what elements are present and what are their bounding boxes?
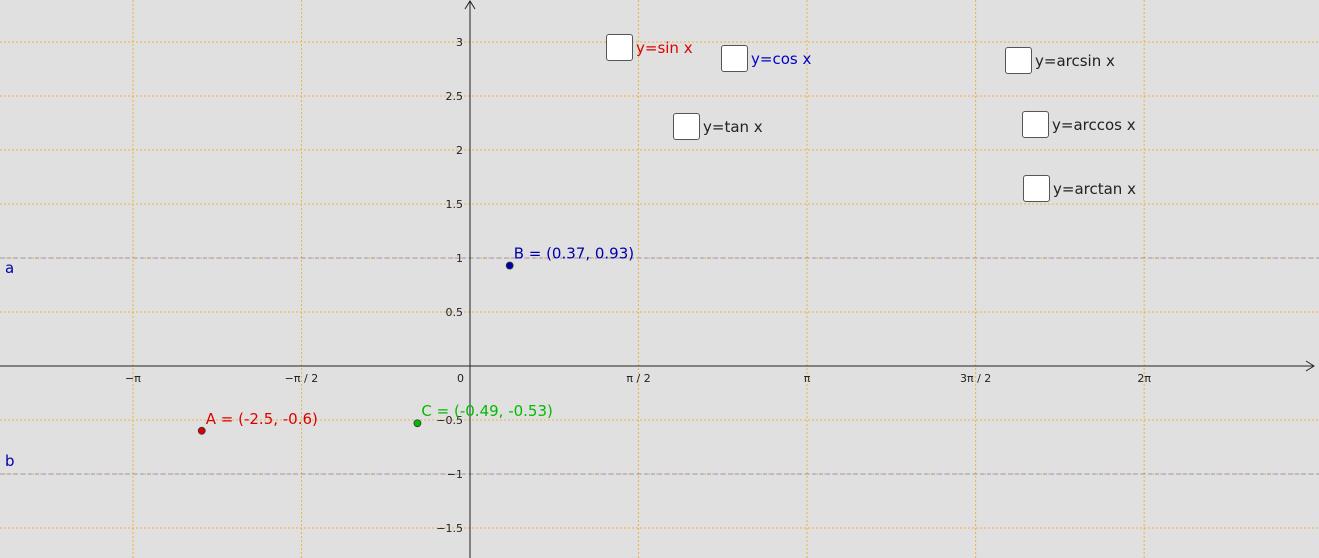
point-marker[interactable]: [505, 261, 514, 270]
checkbox-tan-label: y=tan x: [703, 117, 763, 136]
y-tick-label: 2.5: [446, 90, 464, 103]
checkbox-tan[interactable]: y=tan x: [673, 113, 763, 140]
checkbox-sin-label: y=sin x: [636, 38, 693, 57]
x-tick-labels: −π −π / 2 0 π / 2 π 3π / 2 2π: [125, 372, 1151, 385]
y-tick-labels: 32.521.510.5−0.5−1−1.5: [436, 36, 463, 535]
x-tick-label: 3π / 2: [960, 372, 991, 385]
checkbox-arccos-label: y=arccos x: [1052, 115, 1136, 134]
point-marker[interactable]: [413, 419, 422, 428]
y-tick-label: 3: [456, 36, 463, 49]
y-tick-label: 1: [456, 252, 463, 265]
checkbox-arcsin-label: y=arcsin x: [1035, 51, 1115, 70]
y-tick-label: 1.5: [446, 198, 464, 211]
x-tick-label: −π / 2: [285, 372, 319, 385]
x-tick-label: π: [804, 372, 811, 385]
y-tick-label: 0.5: [446, 306, 464, 319]
line-b-label: b: [5, 452, 15, 470]
y-tick-label: −1.5: [436, 522, 463, 535]
y-tick-label: −1: [447, 468, 463, 481]
checkbox-sin-box[interactable]: [606, 34, 633, 61]
x-tick-label: 2π: [1137, 372, 1151, 385]
points[interactable]: A = (-2.5, -0.6) B = (0.37, 0.93) C = (-0.…: [197, 245, 634, 435]
checkbox-arcsin[interactable]: y=arcsin x: [1005, 47, 1115, 74]
checkbox-arctan-label: y=arctan x: [1053, 179, 1136, 198]
x-tick-label: −π: [125, 372, 141, 385]
graphics-view[interactable]: a b −π −π / 2 0 π / 2 π 3π / 2 2π 3 2.5 2 1.5 1 0.5 −…: [0, 0, 1319, 558]
checkbox-cos-label: y=cos x: [751, 49, 812, 68]
point-label: C = (-0.49, -0.53): [421, 402, 552, 420]
line-a-label: a: [5, 259, 14, 277]
point-label: B = (0.37, 0.93): [514, 245, 634, 263]
checkbox-arctan-box[interactable]: [1023, 175, 1050, 202]
x-tick-label: 0: [457, 372, 464, 385]
checkbox-arccos[interactable]: y=arccos x: [1022, 111, 1136, 138]
x-tick-label: π / 2: [626, 372, 650, 385]
y-tick-label: 2: [456, 144, 463, 157]
checkbox-cos-box[interactable]: [721, 45, 748, 72]
checkbox-arctan[interactable]: y=arctan x: [1023, 175, 1136, 202]
checkbox-tan-box[interactable]: [673, 113, 700, 140]
checkbox-cos[interactable]: y=cos x: [721, 45, 811, 72]
point-label: A = (-2.5, -0.6): [206, 410, 318, 428]
point-marker[interactable]: [197, 426, 206, 435]
checkbox-sin[interactable]: y=sin x: [606, 34, 693, 61]
checkbox-arccos-box[interactable]: [1022, 111, 1049, 138]
checkbox-arcsin-box[interactable]: [1005, 47, 1032, 74]
